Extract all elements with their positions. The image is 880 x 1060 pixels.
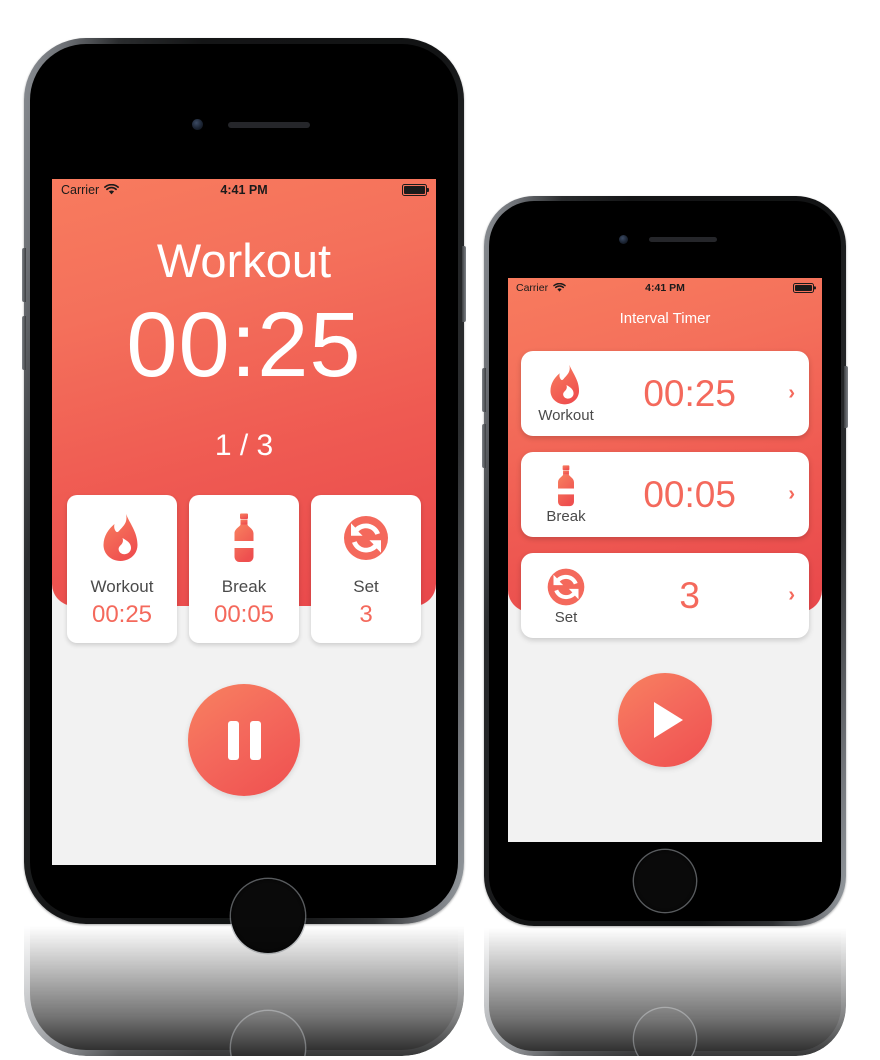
home-button[interactable] [231, 879, 305, 953]
set-progress-label: 1 / 3 [214, 429, 274, 462]
play-button[interactable] [618, 673, 712, 767]
main-timer-display: 00:25 [126, 294, 362, 396]
status-bar-clock-right: 4:41 PM [645, 281, 685, 294]
row-break-icon-group: Break [535, 464, 597, 525]
water-bottle-icon [234, 513, 254, 562]
row-workout[interactable]: Workout 00:25 › [521, 351, 809, 436]
right-phone-device: Carrier 4:41 PM Interval Timer Workout 0… [482, 196, 848, 926]
interval-rows: Workout 00:25 › Break 00:05 › Set 3 › [508, 351, 822, 638]
row-set[interactable]: Set 3 › [521, 553, 809, 638]
card-workout[interactable]: Workout 00:25 [67, 495, 177, 643]
page-title: Workout [156, 234, 332, 287]
status-bar-right [402, 183, 427, 196]
right-phone-power-button[interactable] [844, 366, 848, 428]
row-workout-icon-group: Workout [535, 364, 597, 424]
marketing-screenshot-stage: Carrier 4:41 PM Workout 00:25 1 / 3 Work… [0, 0, 880, 1060]
left-phone-reflection [24, 926, 464, 1056]
battery-icon [402, 183, 427, 196]
front-camera-icon [192, 119, 203, 130]
status-bar-right-phone: Carrier 4:41 PM [508, 278, 822, 297]
card-set-value: 3 [359, 601, 373, 628]
chevron-right-icon[interactable]: › [788, 382, 795, 405]
earpiece-speaker [228, 122, 310, 128]
status-bar-right-right [793, 282, 814, 293]
right-phone-volume-down-button[interactable] [482, 424, 486, 468]
right-phone-reflection [484, 928, 846, 1056]
card-break-value: 00:05 [213, 601, 275, 628]
pause-icon-bar-2 [249, 720, 261, 760]
card-workout-label: Workout [90, 577, 154, 596]
flame-icon [103, 514, 138, 561]
pause-button[interactable] [188, 684, 300, 796]
left-phone-screen: Carrier 4:41 PM Workout 00:25 1 / 3 Work… [52, 179, 436, 865]
card-workout-value: 00:25 [91, 601, 153, 628]
water-bottle-icon [558, 464, 574, 506]
refresh-icon [547, 568, 585, 605]
card-set-label: Set [353, 577, 379, 596]
row-set-value: 3 [679, 574, 700, 616]
right-phone-volume-up-button[interactable] [482, 368, 486, 412]
chevron-right-icon-set[interactable]: › [788, 584, 795, 607]
left-phone-volume-down-button[interactable] [22, 316, 26, 370]
row-break[interactable]: Break 00:05 › [521, 452, 809, 537]
row-break-value: 00:05 [643, 473, 736, 515]
left-phone-volume-buttons[interactable] [22, 248, 26, 302]
interval-cards: Workout 00:25 Break 00:05 Set 3 [67, 495, 421, 643]
row-set-label: Set [554, 608, 578, 626]
play-icon [654, 702, 683, 738]
card-set[interactable]: Set 3 [311, 495, 421, 643]
flame-icon [550, 364, 580, 404]
earpiece-speaker-right [649, 237, 717, 242]
row-workout-label: Workout [538, 406, 594, 424]
row-set-icon-group: Set [535, 566, 597, 626]
status-bar: Carrier 4:41 PM [52, 179, 436, 200]
status-bar-clock: 4:41 PM [220, 182, 268, 197]
left-phone-device: Carrier 4:41 PM Workout 00:25 1 / 3 Work… [22, 38, 466, 953]
battery-icon-right [793, 282, 814, 293]
nav-bar-title: Interval Timer [619, 310, 711, 327]
right-phone-screen: Carrier 4:41 PM Interval Timer Workout 0… [508, 278, 822, 842]
row-workout-value: 00:25 [643, 372, 736, 414]
card-break[interactable]: Break 00:05 [189, 495, 299, 643]
card-break-label: Break [221, 577, 267, 596]
refresh-icon [344, 516, 388, 560]
front-camera-icon-right [619, 235, 628, 244]
left-phone-power-button[interactable] [462, 246, 466, 322]
pause-icon [227, 720, 239, 760]
home-button-right[interactable] [634, 850, 696, 912]
row-break-label: Break [546, 507, 586, 525]
chevron-right-icon-break[interactable]: › [788, 483, 795, 506]
